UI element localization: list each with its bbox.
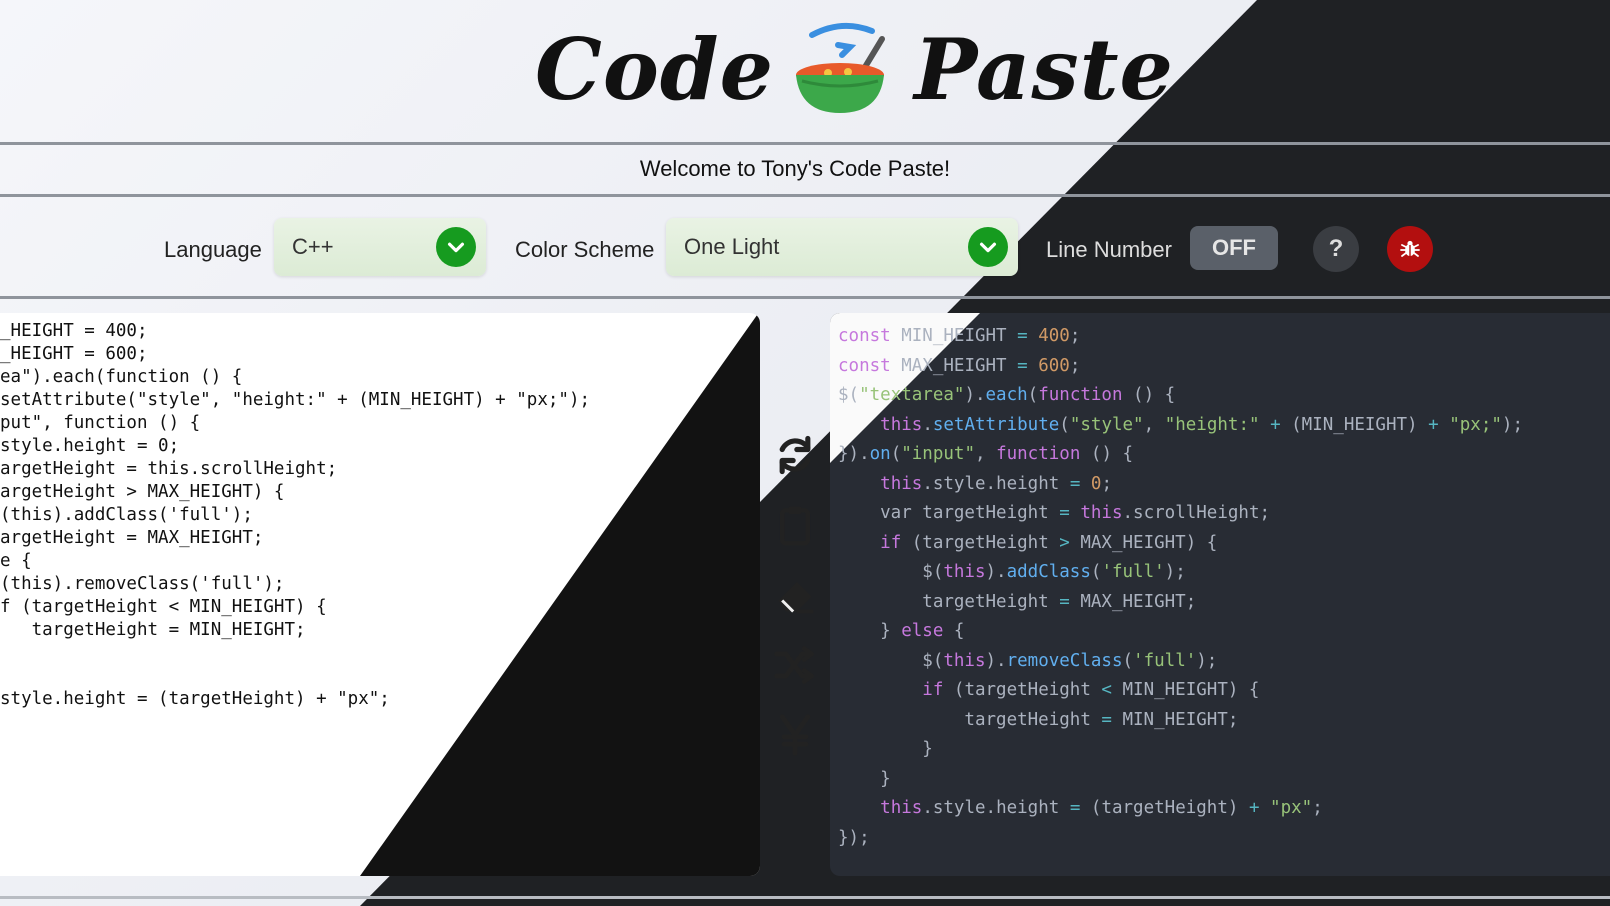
refresh-icon — [779, 435, 811, 475]
line-number-toggle[interactable]: OFF — [1190, 226, 1278, 270]
welcome-divider — [0, 194, 1610, 197]
shuffle-button[interactable] — [770, 640, 820, 690]
code-line: style.height = (targetHeight) + "px"; — [0, 689, 390, 709]
code-line: argetHeight = this.scrollHeight; — [0, 459, 338, 479]
code-line: put", function () { — [0, 413, 201, 433]
code-line: (this).addClass('full'); — [0, 505, 253, 525]
yen-button[interactable] — [770, 710, 820, 760]
bug-report-button[interactable] — [1387, 226, 1433, 272]
code-line: style.height = 0; — [0, 436, 180, 456]
controls-divider — [0, 296, 1610, 299]
copy-button[interactable] — [770, 500, 820, 550]
highlighted-output-code: const MIN_HEIGHT = 400; const MAX_HEIGHT… — [838, 326, 1523, 848]
language-value: C++ — [292, 234, 334, 259]
clipboard-icon — [779, 506, 811, 546]
code-line: _HEIGHT = 400; — [0, 321, 148, 341]
code-line: setAttribute("style", "height:" + (MIN_H… — [0, 390, 591, 410]
code-line: _HEIGHT = 600; — [0, 344, 148, 364]
refresh-button[interactable] — [770, 430, 820, 480]
chevron-down-icon — [968, 227, 1008, 267]
code-line: e { — [0, 551, 32, 571]
input-code[interactable]: _HEIGHT = 400; _HEIGHT = 600; ea").each(… — [0, 320, 740, 711]
color-scheme-label: Color Scheme — [515, 237, 655, 262]
language-label: Language — [164, 237, 262, 262]
logo-text-code: Code — [535, 19, 775, 119]
header-divider — [0, 142, 1610, 145]
logo-text-paste: Paste — [914, 19, 1174, 119]
tool-column — [770, 430, 820, 780]
footer-divider — [0, 896, 1610, 899]
color-scheme-value: One Light — [684, 234, 780, 259]
app-logo: Code Paste — [535, 14, 1174, 124]
code-line: argetHeight = MAX_HEIGHT; — [0, 528, 264, 548]
eraser-icon — [778, 582, 814, 614]
code-line: targetHeight = MIN_HEIGHT; — [0, 620, 306, 640]
clear-button[interactable] — [770, 570, 820, 620]
yen-icon — [779, 714, 811, 756]
bowl-logo-icon — [792, 17, 896, 121]
color-scheme-select[interactable]: One Light — [666, 218, 1018, 276]
language-select[interactable]: C++ — [274, 218, 486, 276]
shuffle-icon — [774, 646, 814, 684]
code-line: argetHeight > MAX_HEIGHT) { — [0, 482, 285, 502]
welcome-message: Welcome to Tony's Code Paste! — [639, 156, 951, 181]
line-number-label: Line Number — [1046, 237, 1172, 262]
code-line: f (targetHeight < MIN_HEIGHT) { — [0, 597, 327, 617]
chevron-down-icon — [436, 227, 476, 267]
help-button[interactable]: ? — [1313, 226, 1359, 272]
code-line: ea").each(function () { — [0, 367, 243, 387]
bug-icon — [1400, 240, 1420, 257]
code-line: (this).removeClass('full'); — [0, 574, 285, 594]
